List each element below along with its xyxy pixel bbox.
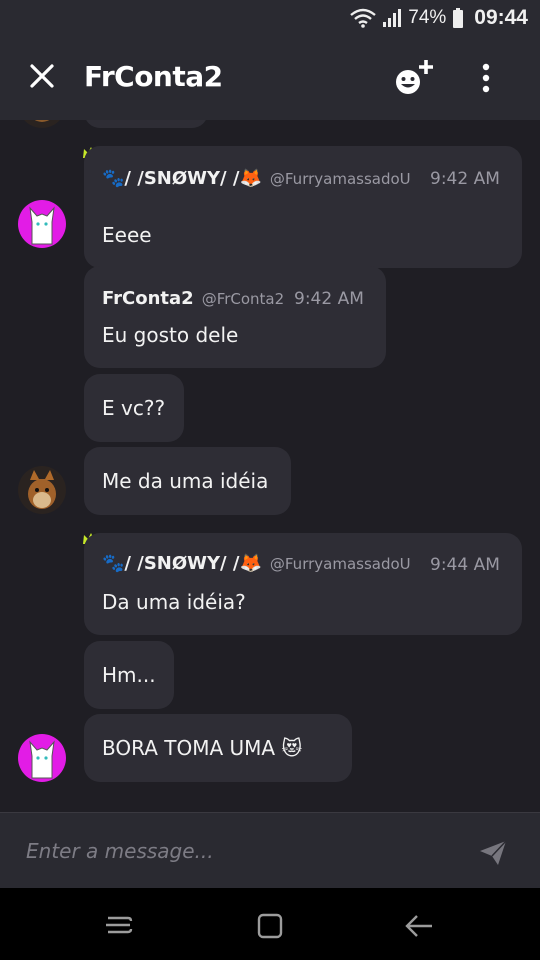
message-author[interactable]: FrConta2: [102, 288, 194, 309]
status-bar: 74% 09:44: [0, 0, 540, 36]
message-composer: [0, 812, 540, 888]
message-bubble[interactable]: 🐾/ /SNØWY/ /🦊 @FurryamassadoU 9:44 AM Da…: [84, 533, 522, 635]
kebab-menu-icon: [482, 63, 490, 93]
recents-button[interactable]: [104, 912, 134, 942]
message-header: FrConta2 @FrConta2: [102, 288, 284, 309]
send-icon: [480, 840, 507, 865]
message-text: Eu gosto dele: [102, 323, 239, 347]
signal-icon: [383, 9, 402, 27]
message-time: 9:44 AM: [430, 555, 500, 575]
chat-title: FrConta2: [84, 60, 223, 93]
battery-icon: [453, 8, 464, 28]
back-arrow-icon: [405, 915, 432, 937]
send-button[interactable]: [478, 839, 508, 867]
avatar[interactable]: [18, 466, 66, 514]
message-bubble-partial: [84, 120, 208, 128]
wifi-icon: [350, 8, 377, 28]
back-button[interactable]: [404, 912, 434, 944]
message-bubble[interactable]: E vc??: [84, 374, 184, 442]
add-sticker-button[interactable]: [392, 58, 436, 98]
message-text: Me da uma idéia: [102, 469, 269, 493]
message-bubble[interactable]: FrConta2 @FrConta2 9:42 AM Eu gosto dele: [84, 266, 386, 368]
message-header: 🐾/ /SNØWY/ /🦊 @FurryamassadoU: [102, 553, 411, 574]
message-time: 9:42 AM: [430, 169, 500, 189]
message-bubble[interactable]: 🐾/ /SNØWY/ /🦊 @FurryamassadoU 9:42 AM Ee…: [84, 146, 522, 268]
message-text: BORA TOMA UMA 😻: [102, 736, 303, 760]
battery-percent: 74%: [408, 7, 447, 28]
close-icon: [30, 64, 54, 88]
message-text: Hm...: [102, 663, 156, 687]
avatar[interactable]: [18, 200, 66, 248]
more-options-button[interactable]: [470, 60, 502, 96]
message-time: 9:42 AM: [294, 289, 364, 309]
message-author[interactable]: 🐾/ /SNØWY/ /🦊: [102, 553, 262, 574]
message-bubble[interactable]: BORA TOMA UMA 😻: [84, 714, 352, 782]
emoji-plus-icon: [396, 60, 433, 94]
avatar[interactable]: [18, 120, 66, 128]
message-bubble[interactable]: Me da uma idéia: [84, 447, 291, 515]
status-time: 09:44: [474, 6, 528, 29]
message-handle: @FurryamassadoU: [269, 169, 411, 188]
message-author[interactable]: 🐾/ /SNØWY/ /🦊: [102, 168, 262, 189]
message-text: Eeee: [102, 223, 152, 247]
message-bubble[interactable]: Hm...: [84, 641, 174, 709]
message-handle: @FrConta2: [201, 289, 285, 308]
message-text: Da uma idéia?: [102, 590, 246, 614]
close-button[interactable]: [24, 58, 60, 94]
message-header: 🐾/ /SNØWY/ /🦊 @FurryamassadoU: [102, 168, 411, 189]
home-button[interactable]: [256, 912, 284, 944]
home-icon: [257, 913, 283, 939]
message-list[interactable]: 🐾/ /SNØWY/ /🦊 @FurryamassadoU 9:42 AM Ee…: [0, 120, 540, 812]
chat-header: FrConta2: [0, 36, 540, 120]
message-input[interactable]: [24, 833, 448, 869]
avatar[interactable]: [18, 734, 66, 782]
message-text: E vc??: [102, 396, 166, 420]
recents-icon: [106, 916, 133, 934]
message-handle: @FurryamassadoU: [269, 554, 411, 573]
system-nav-bar: [0, 888, 540, 960]
